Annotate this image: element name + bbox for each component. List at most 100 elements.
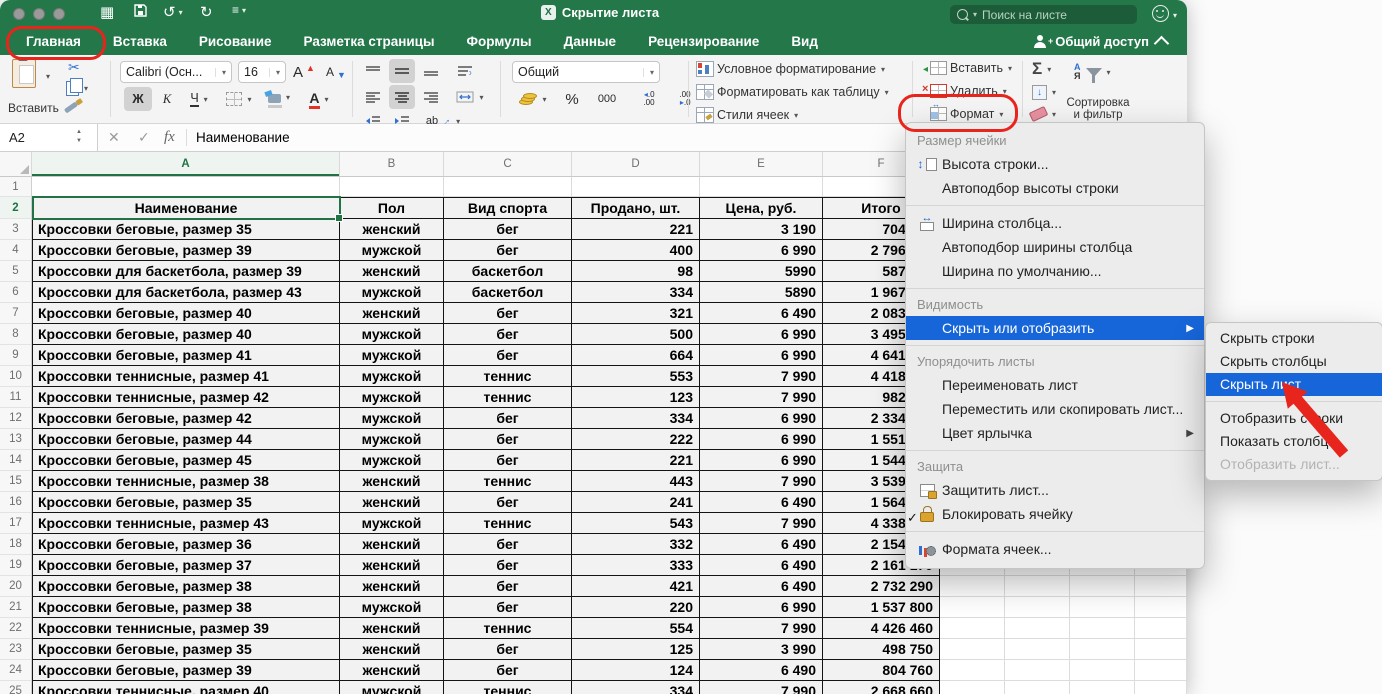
data-cell[interactable]: бег [444,660,572,681]
collapse-ribbon-icon[interactable] [1154,36,1170,52]
tab-draw[interactable]: Рисование [183,28,288,55]
data-cell[interactable]: 7 990 [700,513,823,534]
data-cell[interactable] [1135,681,1187,694]
data-cell[interactable] [1005,576,1070,597]
thousands-format-button[interactable]: 000 [590,87,624,111]
number-format-select[interactable]: Общий▾ [512,61,660,83]
menu-item-format-cells[interactable]: Формата ячеек... [906,537,1204,561]
tab-insert[interactable]: Вставка [97,28,183,55]
data-cell[interactable]: бег [444,219,572,240]
data-cell[interactable]: Кроссовки теннисные, размер 42 [32,387,340,408]
data-cell[interactable]: 6 490 [700,576,823,597]
data-cell[interactable]: 7 990 [700,618,823,639]
name-box-stepper-icon[interactable]: ▲▼ [76,128,82,146]
data-cell[interactable]: 221 [572,219,700,240]
zoom-icon[interactable] [53,8,65,20]
data-cell[interactable] [1070,618,1135,639]
cell[interactable] [340,177,444,197]
row-header-21[interactable]: 21 [0,597,32,618]
align-center-button[interactable] [389,85,415,109]
grid-icon[interactable]: ▦ [100,3,114,21]
data-cell[interactable]: теннис [444,471,572,492]
data-cell[interactable] [1005,597,1070,618]
cancel-icon[interactable]: ✕ [108,124,120,151]
data-cell[interactable]: Кроссовки беговые, размер 41 [32,345,340,366]
row-header-17[interactable]: 17 [0,513,32,534]
data-cell[interactable] [1135,597,1187,618]
menu-item-move-or-copy-sheet[interactable]: Переместить или скопировать лист... [906,397,1204,421]
data-cell[interactable]: мужской [340,387,444,408]
data-cell[interactable] [1135,618,1187,639]
data-cell[interactable]: бег [444,597,572,618]
data-cell[interactable]: мужской [340,429,444,450]
currency-format-button[interactable]: ▾ [512,87,554,111]
data-cell[interactable]: 7 990 [700,681,823,694]
data-cell[interactable]: теннис [444,681,572,694]
row-header-11[interactable]: 11 [0,387,32,408]
data-cell[interactable]: 553 [572,366,700,387]
row-header-16[interactable]: 16 [0,492,32,513]
data-cell[interactable]: 421 [572,576,700,597]
data-cell[interactable]: 332 [572,534,700,555]
cell[interactable] [444,177,572,197]
data-cell[interactable]: мужской [340,513,444,534]
data-cell[interactable]: Кроссовки беговые, размер 35 [32,639,340,660]
fx-icon[interactable]: fx [164,124,175,151]
font-color-button[interactable]: А▾ [300,87,338,111]
data-cell[interactable]: женский [340,618,444,639]
data-cell[interactable]: Кроссовки теннисные, размер 40 [32,681,340,694]
sort-filter-button[interactable]: АЯ ▾ [1074,63,1111,81]
data-cell[interactable]: бег [444,492,572,513]
row-header-4[interactable]: 4 [0,240,32,261]
data-cell[interactable]: женский [340,492,444,513]
data-cell[interactable] [940,660,1005,681]
data-cell[interactable]: 554 [572,618,700,639]
col-header-C[interactable]: C [444,152,572,176]
row-header-2[interactable]: 2 [0,197,32,219]
data-cell[interactable]: 804 760 [823,660,940,681]
data-cell[interactable]: 241 [572,492,700,513]
data-cell[interactable]: мужской [340,408,444,429]
menu-item-column-width[interactable]: Ширина столбца... [906,211,1204,235]
align-left-button[interactable] [360,85,386,109]
row-header-12[interactable]: 12 [0,408,32,429]
merge-cells-button[interactable]: ▾ [452,85,488,109]
row-header-24[interactable]: 24 [0,660,32,681]
menu-item-row-height[interactable]: Высота строки... [906,152,1204,176]
insert-cells-button[interactable]: ◂ Вставить▾ [922,61,1012,75]
row-header-10[interactable]: 10 [0,366,32,387]
font-name-select[interactable]: Calibri (Осн...▾ [120,61,232,83]
data-cell[interactable]: мужской [340,345,444,366]
conditional-formatting-button[interactable]: Условное форматирование▾ [696,61,885,77]
tab-data[interactable]: Данные [548,28,632,55]
data-cell[interactable]: Кроссовки теннисные, размер 39 [32,618,340,639]
data-cell[interactable]: 3 190 [700,219,823,240]
autosum-button[interactable]: Σ▾ [1032,59,1051,79]
share-button[interactable]: + Общий доступ [1034,28,1167,55]
data-cell[interactable]: Кроссовки беговые, размер 38 [32,576,340,597]
percent-format-button[interactable]: % [558,87,586,111]
enter-icon[interactable]: ✓ [138,124,150,151]
data-cell[interactable]: 123 [572,387,700,408]
align-bottom-button[interactable] [418,59,444,83]
paste-caret-icon[interactable]: ▾ [46,72,50,81]
smiley-feedback-icon[interactable] [1152,5,1169,22]
data-cell[interactable]: 6 990 [700,345,823,366]
menu-item-lock-cell[interactable]: ✓Блокировать ячейку [906,502,1204,526]
data-cell[interactable]: теннис [444,387,572,408]
fill-color-button[interactable]: ▾ [260,85,298,109]
menu-item-autofit-row-height[interactable]: Автоподбор высоты строки [906,176,1204,200]
data-cell[interactable]: теннис [444,366,572,387]
data-cell[interactable]: 222 [572,429,700,450]
data-cell[interactable]: баскетбол [444,261,572,282]
row-header-14[interactable]: 14 [0,450,32,471]
increase-decimal-button[interactable]: ◂.0.00 [632,87,666,111]
data-cell[interactable]: женский [340,660,444,681]
submenu-item-hide-rows[interactable]: Скрыть строки [1206,327,1382,350]
data-cell[interactable]: женский [340,219,444,240]
close-icon[interactable] [13,8,25,20]
data-cell[interactable]: 7 990 [700,387,823,408]
data-cell[interactable]: 5990 [700,261,823,282]
data-cell[interactable]: Кроссовки беговые, размер 36 [32,534,340,555]
formula-content[interactable]: Наименование [196,124,290,151]
